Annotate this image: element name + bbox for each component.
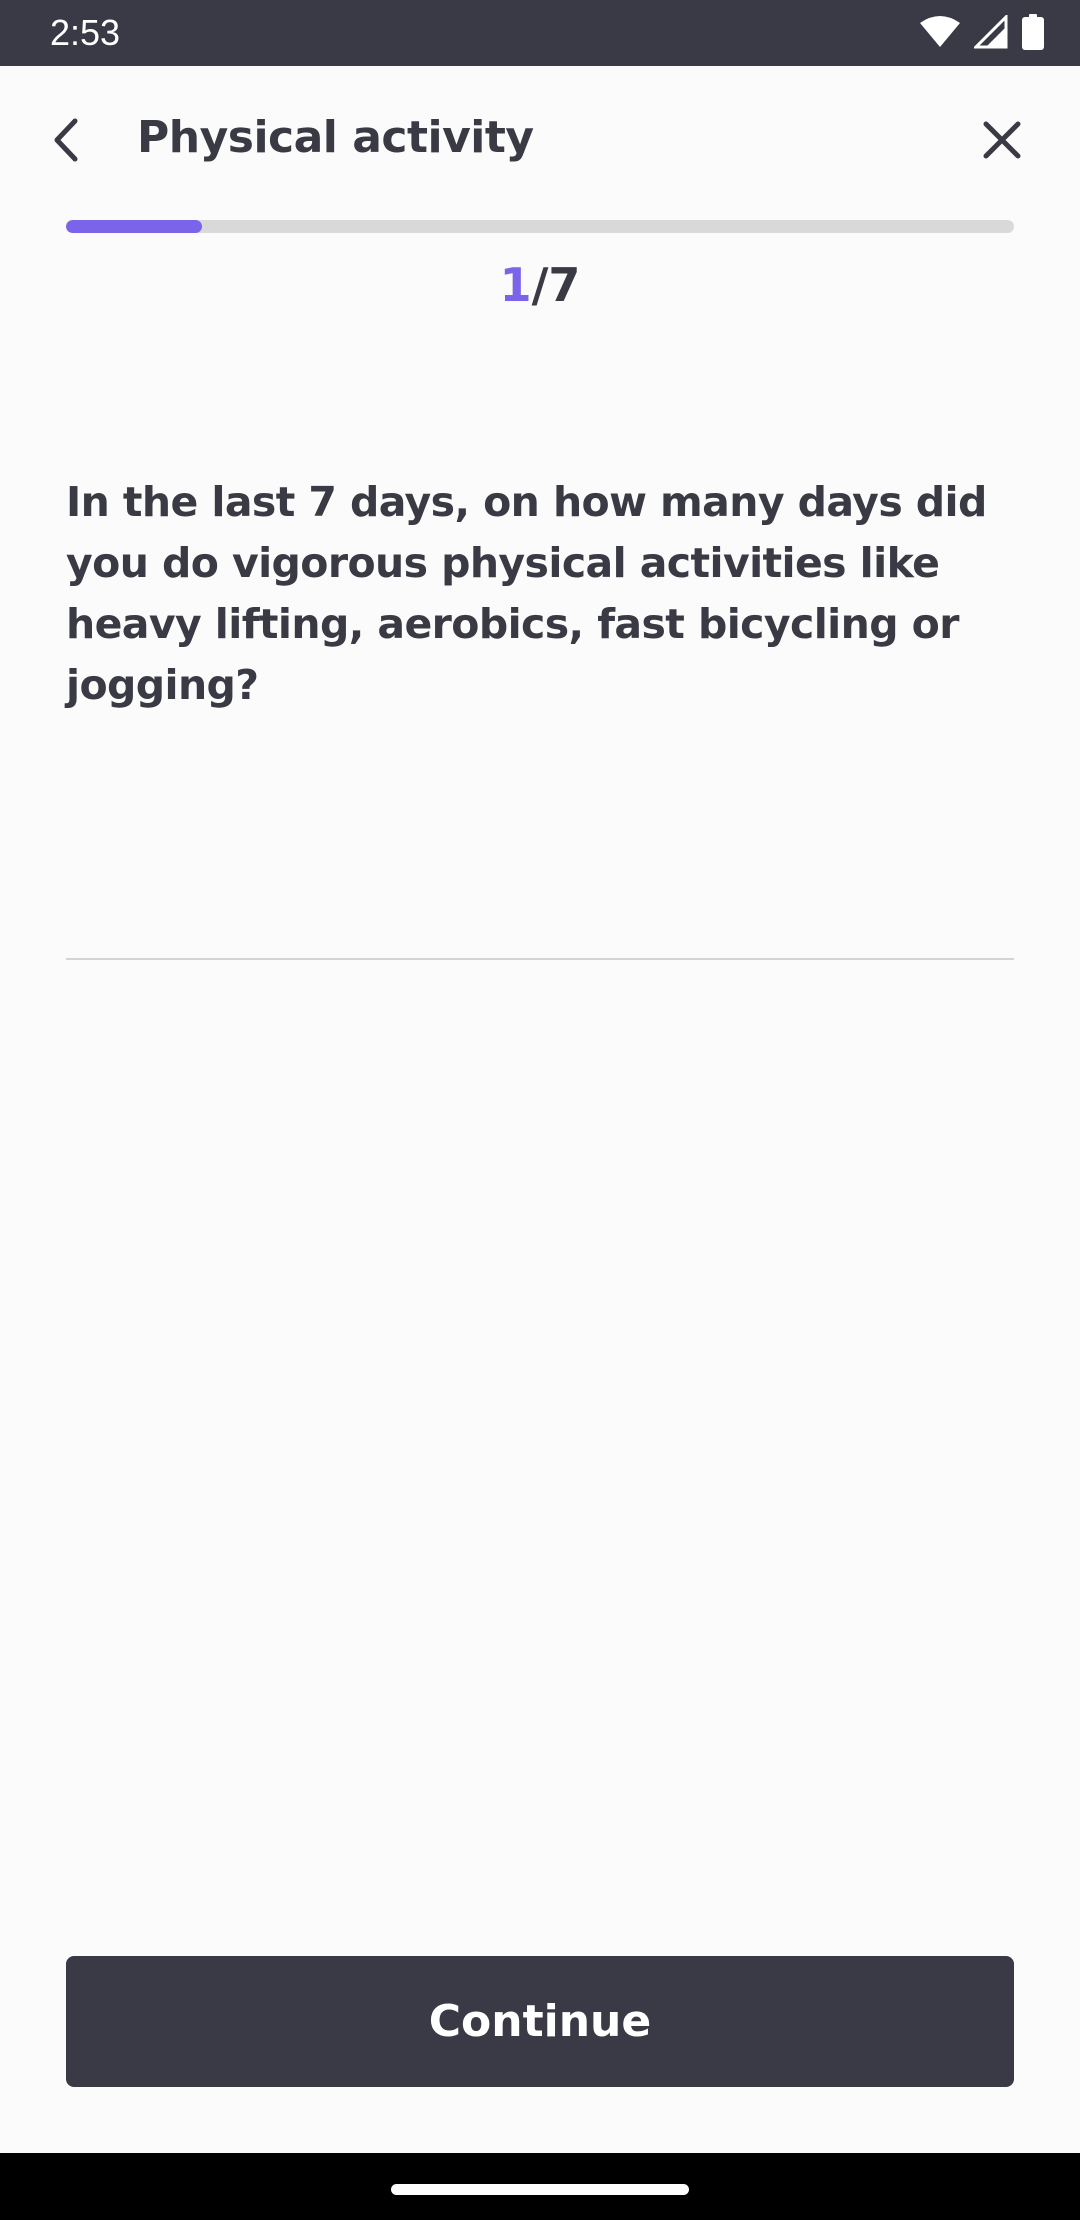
status-bar: 2:53 xyxy=(0,0,1080,66)
back-button[interactable] xyxy=(36,112,96,172)
question-text: In the last 7 days, on how many days did… xyxy=(66,478,987,709)
progress-fill xyxy=(66,220,202,233)
wifi-icon xyxy=(920,15,960,49)
progress-bar xyxy=(66,220,1014,233)
app-header: Physical activity xyxy=(0,66,1080,216)
chevron-left-icon xyxy=(49,117,83,167)
battery-icon xyxy=(1022,14,1044,50)
status-icons xyxy=(920,14,1044,50)
step-total: /7 xyxy=(531,258,581,312)
status-time: 2:53 xyxy=(50,12,121,53)
close-icon xyxy=(983,121,1021,163)
signal-icon xyxy=(974,15,1008,49)
step-current: 1 xyxy=(499,258,532,312)
answer-input[interactable] xyxy=(66,860,1014,960)
page-title: Physical activity xyxy=(137,112,534,163)
step-counter: 1/7 xyxy=(0,258,1080,312)
close-button[interactable] xyxy=(972,112,1032,172)
home-indicator[interactable] xyxy=(391,2184,689,2195)
continue-button[interactable]: Continue xyxy=(66,1956,1014,2087)
